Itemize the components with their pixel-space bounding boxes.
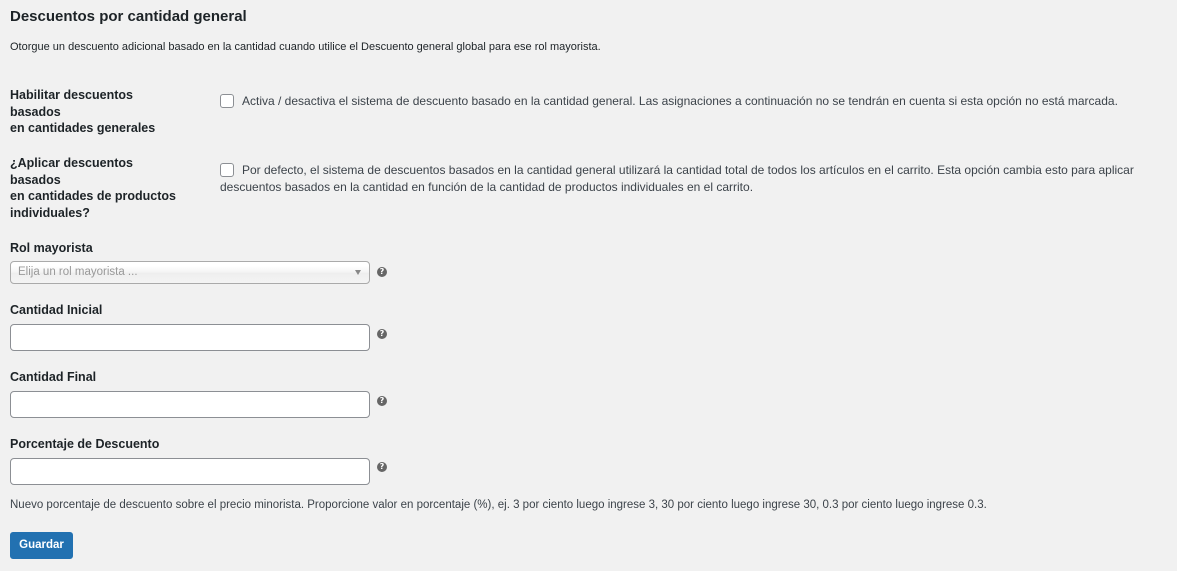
individual-products-label-line3: individuales?: [10, 205, 90, 220]
start-quantity-label: Cantidad Inicial: [10, 303, 103, 317]
individual-products-description-line2: descuentos basados en la cantidad en fun…: [220, 180, 754, 194]
chevron-down-icon: [355, 270, 361, 275]
individual-products-checkbox[interactable]: [220, 163, 234, 177]
discount-percent-input[interactable]: [10, 458, 370, 485]
enable-general-discounts-description: Activa / desactiva el sistema de descuen…: [242, 94, 1118, 108]
enable-general-discounts-label: Habilitar descuentos basados en cantidad…: [10, 87, 185, 137]
question-circle-icon[interactable]: ?: [377, 267, 387, 277]
question-circle-icon[interactable]: ?: [377, 329, 387, 339]
end-quantity-input[interactable]: [10, 391, 370, 418]
individual-products-label: ¿Aplicar descuentos basados en cantidade…: [10, 155, 185, 221]
enable-general-discounts-label-line2: en cantidades generales: [10, 121, 156, 135]
individual-products-label-line2: en cantidades de productos: [10, 189, 177, 203]
section-title: Descuentos por cantidad general: [10, 8, 247, 25]
enable-general-discounts-label-line1: Habilitar descuentos basados: [10, 88, 133, 119]
discount-percent-help-text: Nuevo porcentaje de descuento sobre el p…: [10, 499, 987, 511]
start-quantity-input[interactable]: [10, 324, 370, 351]
enable-general-discounts-checkbox[interactable]: [220, 94, 234, 108]
individual-products-label-line1: ¿Aplicar descuentos basados: [10, 156, 133, 187]
discount-percent-label: Porcentaje de Descuento: [10, 437, 160, 451]
question-circle-icon[interactable]: ?: [377, 462, 387, 472]
question-circle-icon[interactable]: ?: [377, 396, 387, 406]
wholesale-role-select[interactable]: Elija un rol mayorista ...: [10, 261, 370, 284]
end-quantity-label: Cantidad Final: [10, 370, 97, 384]
section-description: Otorgue un descuento adicional basado en…: [10, 41, 601, 53]
individual-products-description-line1: Por defecto, el sistema de descuentos ba…: [242, 163, 1134, 177]
save-button[interactable]: Guardar: [10, 532, 73, 559]
wholesale-role-placeholder: Elija un rol mayorista ...: [18, 266, 138, 278]
wholesale-role-label: Rol mayorista: [10, 241, 93, 255]
